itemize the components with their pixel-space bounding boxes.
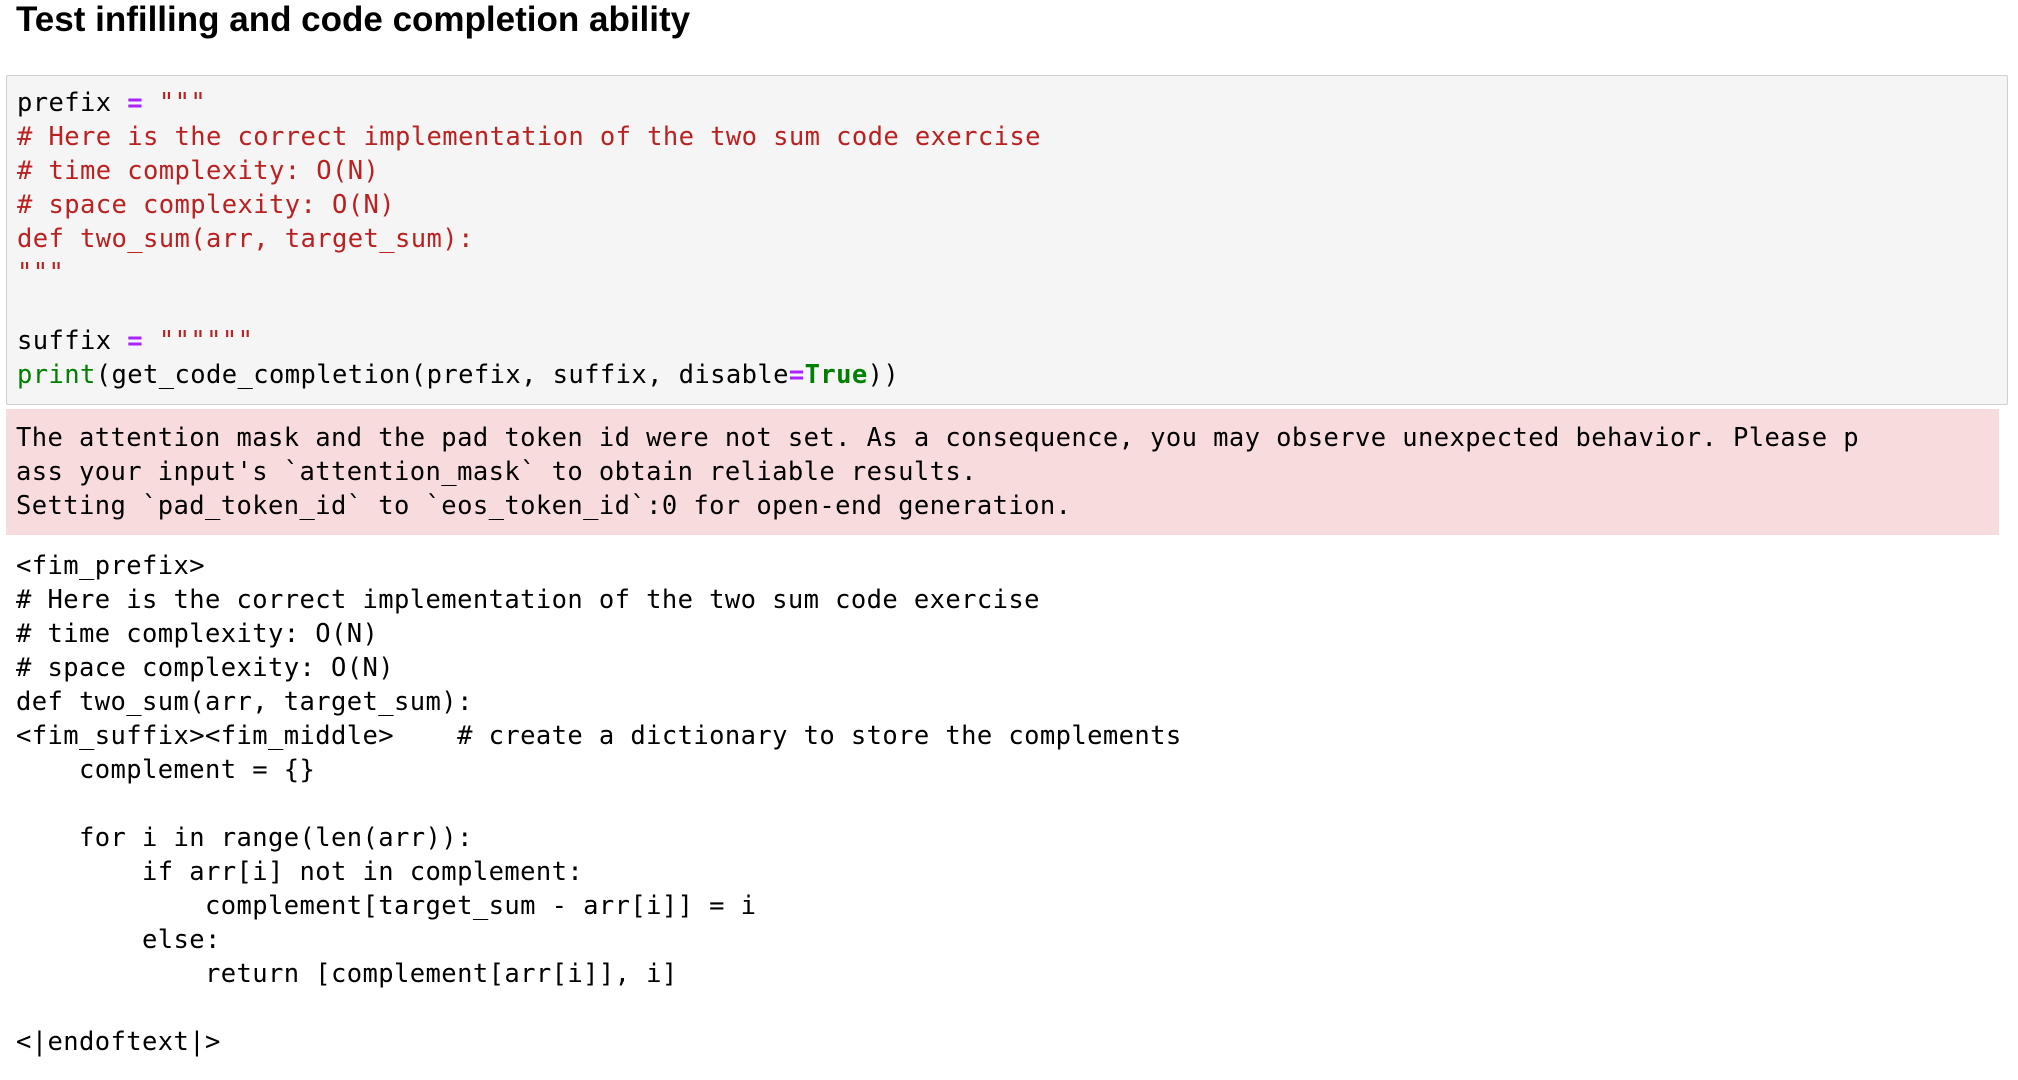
output-line: <fim_suffix><fim_middle> # create a dict… [16, 721, 1182, 751]
output-line: complement = {} [16, 755, 316, 785]
code-editor[interactable]: prefix = """ # Here is the correct imple… [17, 86, 1041, 392]
assign-operator: = [127, 88, 144, 118]
prefix-string-line: # space complexity: O(N) [17, 190, 396, 220]
output-line: complement[target_sum - arr[i]] = i [16, 891, 757, 921]
call-close: )) [867, 360, 900, 390]
prefix-string-open: """ [158, 88, 207, 118]
cell-heading: Test infilling and code completion abili… [16, 0, 691, 39]
output-line: return [complement[arr[i]], i] [16, 959, 678, 989]
suffix-variable: suffix [17, 326, 112, 356]
prefix-string-line: def two_sum(arr, target_sum): [17, 224, 474, 254]
output-line: else: [16, 925, 221, 955]
stderr-line: The attention mask and the pad token id … [16, 423, 1860, 453]
function-call: (get_code_completion(prefix, suffix, dis… [95, 360, 789, 390]
stderr-line: Setting `pad_token_id` to `eos_token_id`… [16, 491, 1072, 521]
assign-operator: = [127, 326, 144, 356]
stderr-line: ass your input's `attention_mask` to obt… [16, 457, 977, 487]
prefix-string-line: # time complexity: O(N) [17, 156, 380, 186]
output-line: # space complexity: O(N) [16, 653, 395, 683]
prefix-variable: prefix [17, 88, 112, 118]
output-line: <|endoftext|> [16, 1027, 221, 1057]
output-line: # Here is the correct implementation of … [16, 585, 1040, 615]
true-keyword: True [804, 360, 868, 390]
output-line: def two_sum(arr, target_sum): [16, 687, 473, 717]
keyword-equals: = [788, 360, 805, 390]
output-line: if arr[i] not in complement: [16, 857, 584, 887]
output-line: for i in range(len(arr)): [16, 823, 473, 853]
output-line: # time complexity: O(N) [16, 619, 379, 649]
output-line: <fim_prefix> [16, 551, 206, 581]
suffix-string: """""" [158, 326, 254, 356]
stderr-output: The attention mask and the pad token id … [6, 409, 1999, 535]
prefix-string-line: # Here is the correct implementation of … [17, 122, 1041, 152]
prefix-string-close: """ [17, 258, 65, 288]
code-input-cell[interactable]: prefix = """ # Here is the correct imple… [6, 75, 2008, 405]
print-builtin: print [17, 360, 96, 390]
